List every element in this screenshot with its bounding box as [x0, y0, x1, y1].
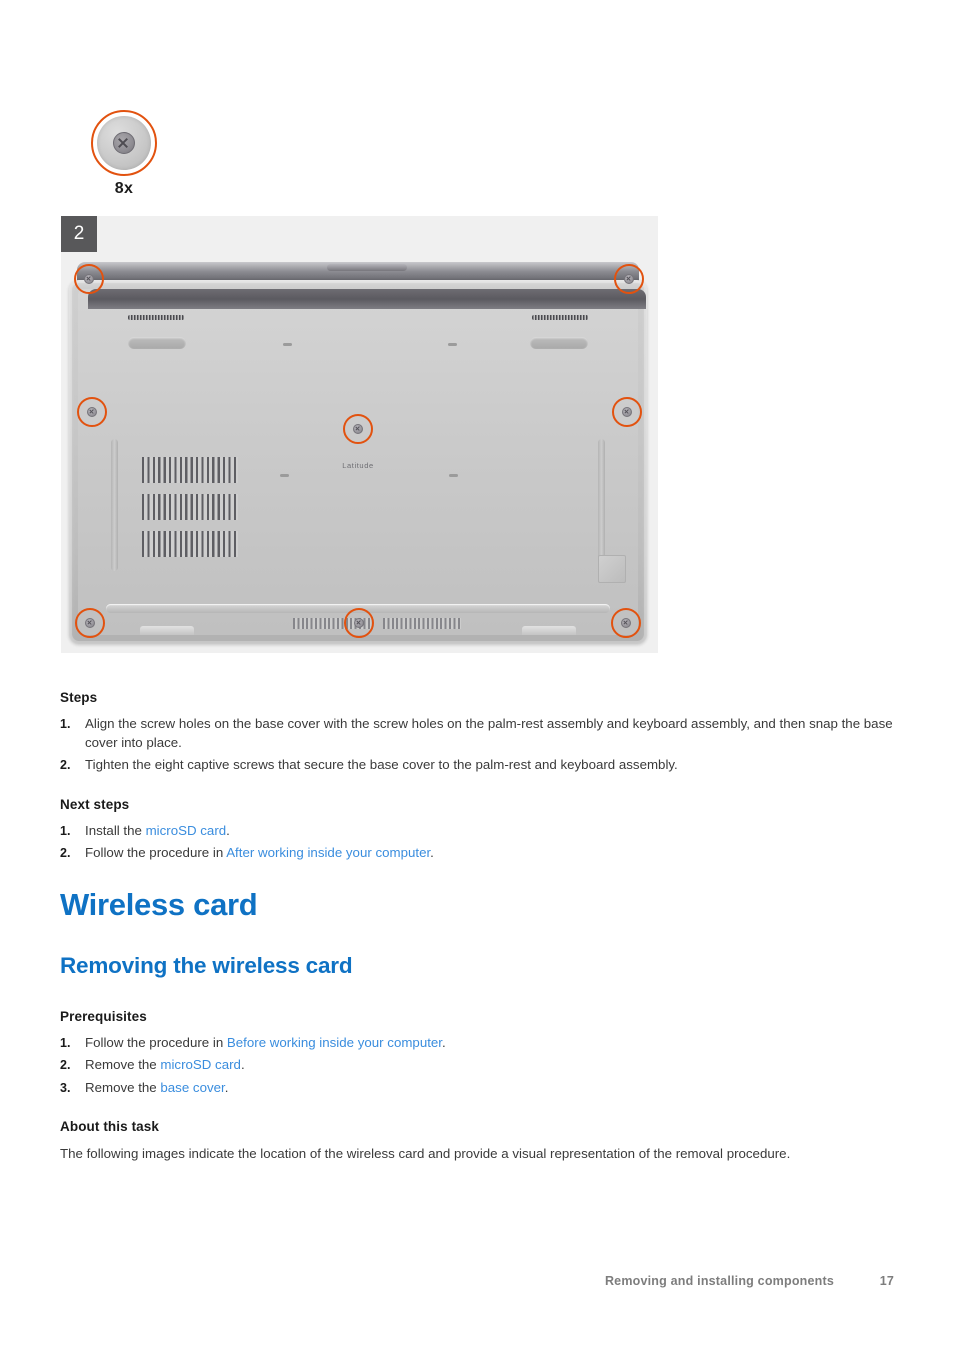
list-item: 1. Follow the procedure in Before working… — [60, 1034, 900, 1053]
list-text-suffix: . — [430, 845, 434, 860]
rubber-foot-bottom-right — [522, 626, 576, 635]
list-item: 3. Remove the base cover. — [60, 1079, 900, 1098]
list-item: 1. Align the screw holes on the base cov… — [60, 715, 900, 752]
prerequisites-heading: Prerequisites — [60, 1008, 147, 1024]
about-this-task-heading: About this task — [60, 1119, 160, 1134]
page-title: Wireless card — [60, 886, 258, 922]
rubber-foot-bottom-left — [140, 626, 194, 635]
list-number: 1. — [60, 717, 71, 731]
list-item: 1. Install the microSD card. — [60, 822, 900, 841]
list-text-prefix: Remove the — [85, 1057, 161, 1072]
list-number: 1. — [60, 1035, 71, 1050]
screw-highlight-bottom-right — [611, 608, 641, 638]
link-microsd-card[interactable]: microSD card — [160, 1057, 241, 1072]
thermal-vent-grid — [142, 457, 238, 557]
screw-highlight-center — [343, 414, 373, 444]
list-number: 3. — [60, 1080, 71, 1095]
screw-highlight-mid-left — [77, 397, 107, 427]
list-item: 2. Follow the procedure in After working … — [60, 844, 900, 863]
speaker-grille-right — [532, 315, 588, 320]
list-text: Tighten the eight captive screws that se… — [85, 757, 678, 772]
list-text-prefix: Remove the — [85, 1079, 161, 1095]
screw-highlight-top-right — [614, 264, 644, 294]
screw-highlight-bottom-left — [75, 608, 105, 638]
rubber-foot-top-left — [128, 337, 186, 349]
rubber-foot-top-right — [530, 337, 588, 349]
list-number: 2. — [60, 846, 71, 860]
document-page: 8x 2 Latitude Steps 1. Align the screw h… — [0, 0, 954, 1350]
link-after-working-inside-your-computer[interactable]: After working inside your computer — [226, 845, 430, 860]
footer-page-number: 17 — [879, 1274, 894, 1288]
base-cover-surface: Latitude — [78, 289, 646, 635]
screw-count-label: 8x — [114, 180, 134, 197]
list-number: 2. — [60, 758, 71, 772]
base-corner-notch — [598, 555, 626, 583]
figure-legend: 8x — [61, 98, 658, 216]
footer-chapter-label: Removing and installing components — [604, 1274, 834, 1288]
list-text-suffix: . — [226, 822, 230, 838]
screw-highlight-top-left — [74, 264, 104, 294]
base-slot — [448, 343, 457, 346]
list-number: 1. — [60, 823, 71, 838]
list-item: 2. Remove the microSD card. — [60, 1056, 900, 1075]
base-slot — [283, 343, 292, 346]
list-text-suffix: . — [224, 1079, 229, 1095]
brand-label: Latitude — [342, 461, 374, 470]
base-slot — [449, 474, 458, 477]
next-steps-heading: Next steps — [60, 796, 130, 812]
base-slot — [280, 474, 289, 477]
link-microsd-card[interactable]: microSD card — [146, 823, 227, 838]
steps-list: 1. Align the screw holes on the base cov… — [60, 715, 900, 775]
laptop-base-cover: Latitude — [69, 280, 647, 644]
screw-highlight-bottom-center — [344, 608, 374, 638]
about-this-task-text: The following images indicate the locati… — [60, 1146, 791, 1161]
bottom-vent-right — [383, 618, 461, 629]
captive-screw-icon — [91, 110, 157, 176]
section-title: Removing the wireless card — [60, 952, 353, 978]
list-item: 2. Tighten the eight captive screws that… — [60, 756, 900, 775]
list-text-prefix: Follow the procedure in — [85, 1034, 227, 1050]
list-text-suffix: . — [442, 1034, 446, 1050]
link-before-working-inside-your-computer[interactable]: Before working inside your computer — [227, 1035, 442, 1050]
list-text-prefix: Install the — [85, 822, 146, 838]
step-number-badge: 2 — [61, 216, 97, 252]
laptop-illustration: Latitude — [69, 262, 647, 644]
steps-heading: Steps — [60, 690, 98, 705]
figure-base-cover-installation: 8x 2 Latitude — [61, 98, 658, 653]
list-number: 2. — [60, 1058, 71, 1072]
laptop-hinge — [327, 264, 407, 271]
base-cover-top-strip — [88, 289, 646, 309]
speaker-grille-left — [128, 315, 184, 320]
link-base-cover[interactable]: base cover — [160, 1080, 224, 1095]
list-text-prefix: Follow the procedure in — [85, 845, 227, 860]
document-body: Steps 1. Align the screw holes on the ba… — [60, 690, 900, 1163]
rubber-rail-right — [598, 439, 605, 571]
screw-highlight-mid-right — [612, 397, 642, 427]
list-text: Align the screw holes on the base cover … — [85, 716, 893, 750]
page-footer: Removing and installing components 17 — [60, 1274, 894, 1288]
next-steps-list: 1. Install the microSD card. 2. Follow the… — [60, 822, 900, 863]
laptop-bottom-photo: 2 Latitude — [61, 216, 658, 653]
list-text-suffix: . — [240, 1057, 245, 1072]
rubber-rail-left — [111, 439, 118, 571]
prerequisites-list: 1. Follow the procedure in Before working… — [60, 1034, 900, 1098]
